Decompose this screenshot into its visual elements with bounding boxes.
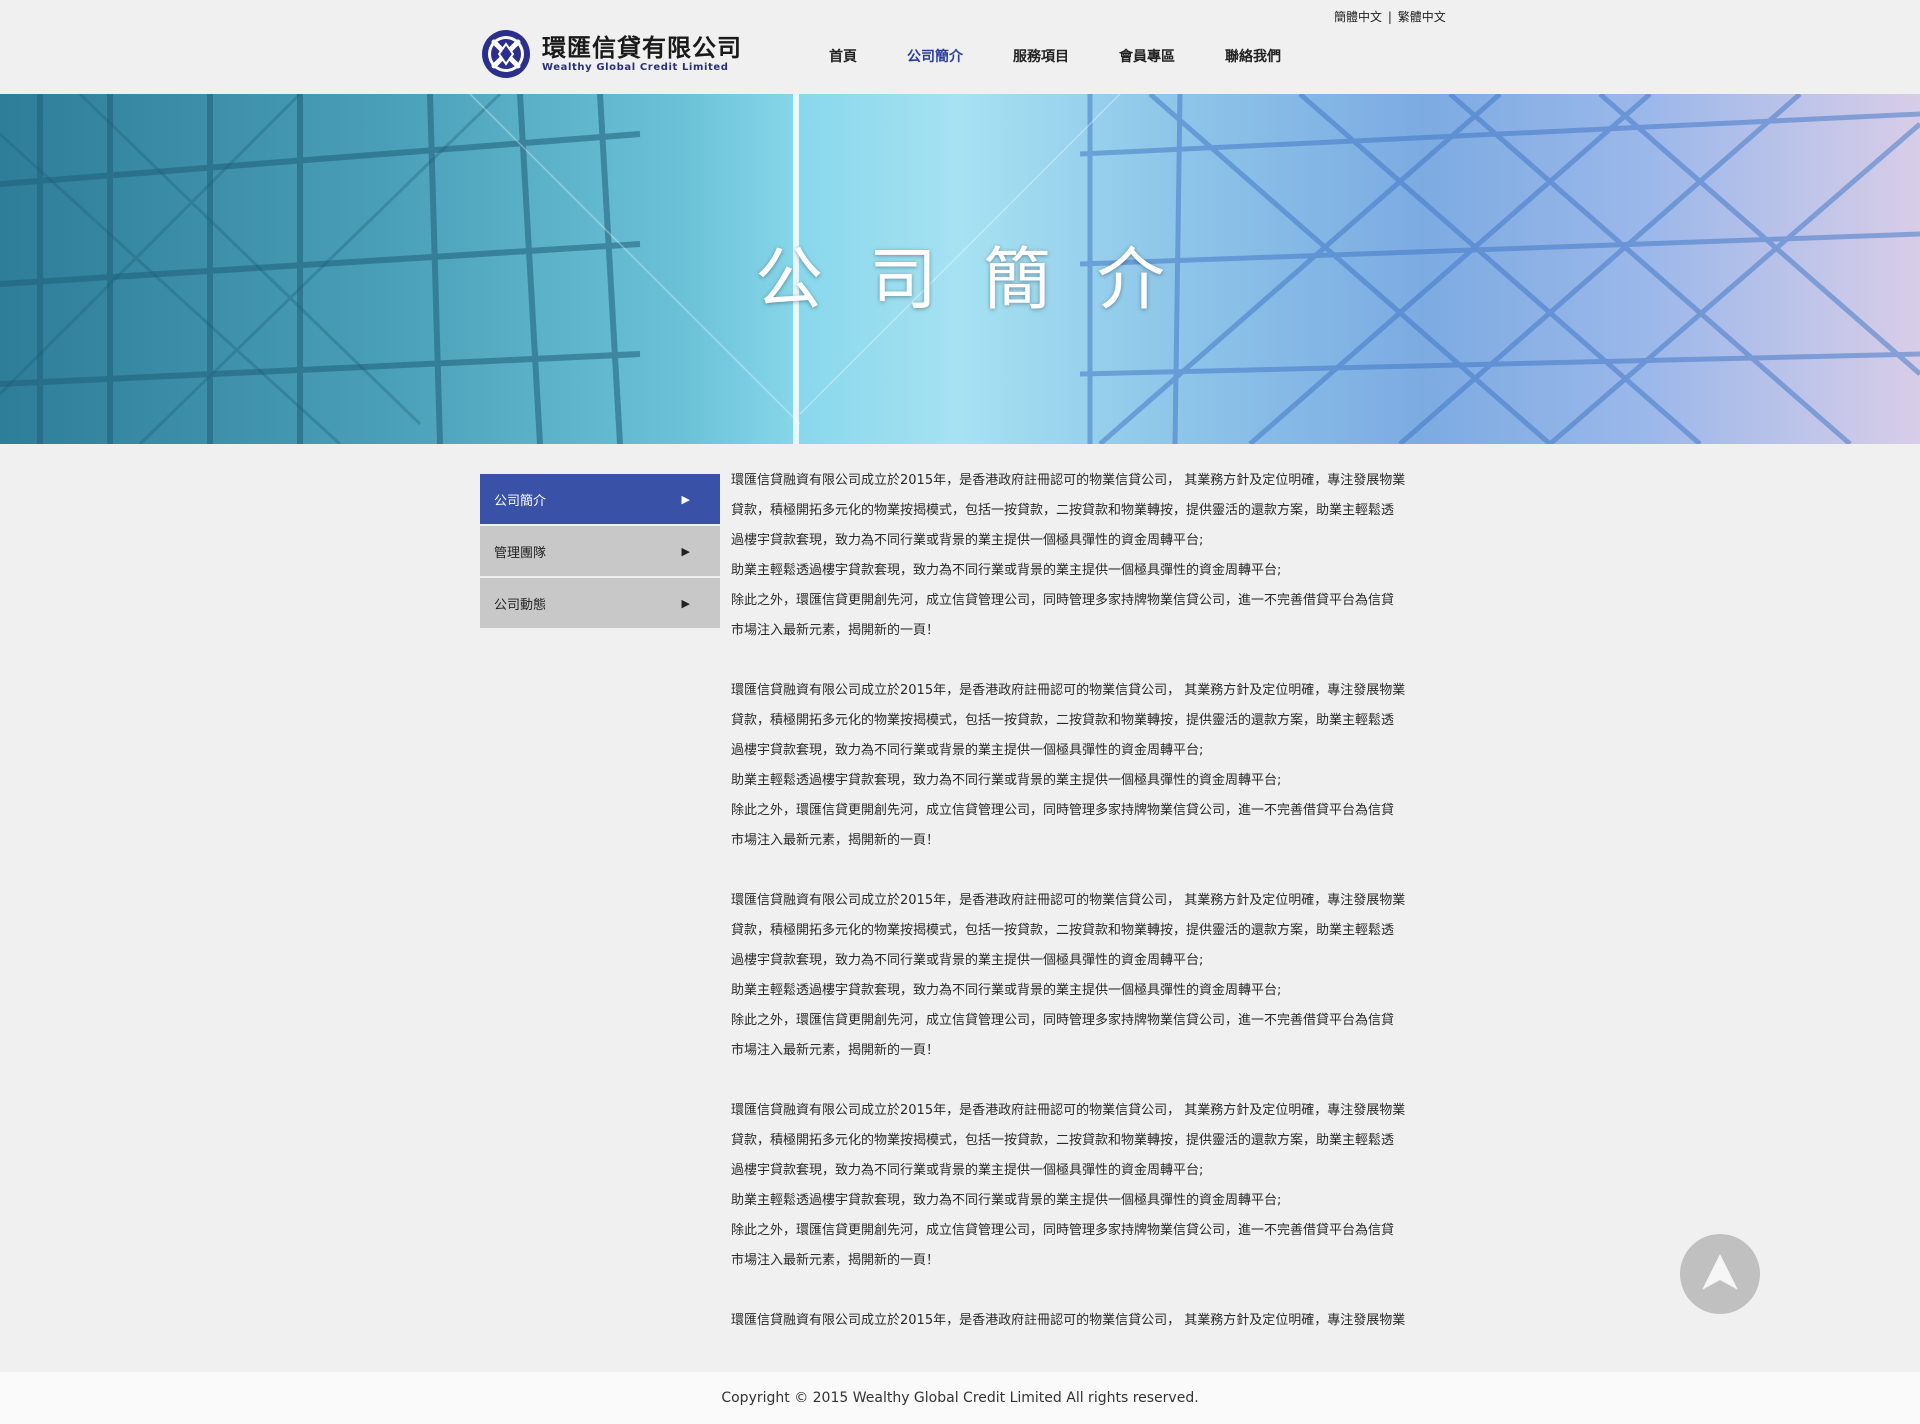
sidebar-item-label: 公司動態 — [494, 597, 547, 613]
sidebar-item-team[interactable]: 管理團隊 ▶ — [480, 526, 720, 576]
paragraph-line: 除此之外，環匯信貸更開創先河，成立信貸管理公司，同時管理多家持牌物業信貸公司，進… — [731, 803, 1395, 818]
sidebar-item-label: 管理團隊 — [494, 545, 547, 561]
paragraph-line: 貸款，積極開拓多元化的物業按揭模式，包括一按貸款，二按貸款和物業轉按，提供靈活的… — [731, 1133, 1395, 1148]
paragraph-line: 市場注入最新元素，揭開新的一頁！ — [731, 1043, 940, 1058]
paragraph-line: 市場注入最新元素，揭開新的一頁！ — [731, 833, 940, 848]
paragraph-line: 過樓宇貸款套現，致力為不同行業或背景的業主提供一個極具彈性的資金周轉平台; — [731, 1163, 1204, 1178]
paragraph-line: 貸款，積極開拓多元化的物業按揭模式，包括一按貸款，二按貸款和物業轉按，提供靈活的… — [731, 713, 1395, 728]
arrow-up-icon — [1702, 1254, 1738, 1290]
paragraph-line: 市場注入最新元素，揭開新的一頁！ — [731, 1253, 940, 1268]
paragraph-line: 環匯信貸融資有限公司成立於2015年，是香港政府註冊認可的物業信貸公司， 其業務… — [731, 473, 1406, 488]
paragraph-line: 助業主輕鬆透過樓宇貸款套現，致力為不同行業或背景的業主提供一個極具彈性的資金周轉… — [731, 773, 1282, 788]
triangle-right-icon: ▶ — [681, 596, 690, 610]
paragraph-line: 除此之外，環匯信貸更開創先河，成立信貸管理公司，同時管理多家持牌物業信貸公司，進… — [731, 1013, 1395, 1028]
banner-title: 公司簡介 — [754, 241, 1211, 320]
paragraph-line: 助業主輕鬆透過樓宇貸款套現，致力為不同行業或背景的業主提供一個極具彈性的資金周轉… — [731, 1193, 1282, 1208]
sidebar-item-news[interactable]: 公司動態 ▶ — [480, 578, 720, 628]
paragraph-line: 貸款，積極開拓多元化的物業按揭模式，包括一按貸款，二按貸款和物業轉按，提供靈活的… — [731, 503, 1395, 518]
content-paragraph: 環匯信貸融資有限公司成立於2015年，是香港政府註冊認可的物業信貸公司， 其業務… — [731, 1306, 1441, 1336]
paragraph-line: 過樓宇貸款套現，致力為不同行業或背景的業主提供一個極具彈性的資金周轉平台; — [731, 533, 1204, 548]
content-paragraph: 環匯信貸融資有限公司成立於2015年，是香港政府註冊認可的物業信貸公司， 其業務… — [731, 466, 1441, 646]
nav-services[interactable]: 服務項目 — [1013, 46, 1069, 66]
copyright-text: Copyright © 2015 Wealthy Global Credit L… — [721, 1390, 1199, 1406]
site-logo[interactable]: 環匯信貸有限公司 Wealthy Global Credit Limited — [480, 28, 742, 80]
back-to-top-button[interactable] — [1680, 1234, 1760, 1314]
paragraph-line: 過樓宇貸款套現，致力為不同行業或背景的業主提供一個極具彈性的資金周轉平台; — [731, 743, 1204, 758]
content-paragraph: 環匯信貸融資有限公司成立於2015年，是香港政府註冊認可的物業信貸公司， 其業務… — [731, 1096, 1441, 1276]
main-nav: 首頁 公司簡介 服務項目 會員專區 聯絡我們 — [829, 46, 1331, 66]
paragraph-line: 助業主輕鬆透過樓宇貸款套現，致力為不同行業或背景的業主提供一個極具彈性的資金周轉… — [731, 563, 1282, 578]
lang-simplified-link[interactable]: 簡體中文 — [1334, 10, 1382, 24]
paragraph-line: 除此之外，環匯信貸更開創先河，成立信貸管理公司，同時管理多家持牌物業信貸公司，進… — [731, 593, 1395, 608]
content-paragraph: 環匯信貸融資有限公司成立於2015年，是香港政府註冊認可的物業信貸公司， 其業務… — [731, 886, 1441, 1066]
paragraph-line: 助業主輕鬆透過樓宇貸款套現，致力為不同行業或背景的業主提供一個極具彈性的資金周轉… — [731, 983, 1282, 998]
paragraph-line: 環匯信貸融資有限公司成立於2015年，是香港政府註冊認可的物業信貸公司， 其業務… — [731, 1313, 1406, 1328]
sidebar-item-about[interactable]: 公司簡介 ▶ — [480, 474, 720, 524]
paragraph-line: 環匯信貸融資有限公司成立於2015年，是香港政府註冊認可的物業信貸公司， 其業務… — [731, 1103, 1406, 1118]
logo-english-name: Wealthy Global Credit Limited — [542, 61, 729, 73]
paragraph-line: 過樓宇貸款套現，致力為不同行業或背景的業主提供一個極具彈性的資金周轉平台; — [731, 953, 1204, 968]
main-content: 環匯信貸融資有限公司成立於2015年，是香港政府註冊認可的物業信貸公司， 其業務… — [731, 466, 1441, 1366]
paragraph-line: 除此之外，環匯信貸更開創先河，成立信貸管理公司，同時管理多家持牌物業信貸公司，進… — [731, 1223, 1395, 1238]
sidebar-item-label: 公司簡介 — [494, 493, 547, 509]
content-paragraph: 環匯信貸融資有限公司成立於2015年，是香港政府註冊認可的物業信貸公司， 其業務… — [731, 676, 1441, 856]
nav-contact[interactable]: 聯絡我們 — [1225, 46, 1281, 66]
triangle-right-icon: ▶ — [681, 492, 690, 506]
hero-banner: 公司簡介 — [0, 94, 1920, 444]
triangle-right-icon: ▶ — [681, 544, 690, 558]
paragraph-line: 貸款，積極開拓多元化的物業按揭模式，包括一按貸款，二按貸款和物業轉按，提供靈活的… — [731, 923, 1395, 938]
language-switcher: 簡體中文 | 繁體中文 — [1334, 8, 1446, 25]
nav-members[interactable]: 會員專區 — [1119, 46, 1175, 66]
paragraph-line: 環匯信貸融資有限公司成立於2015年，是香港政府註冊認可的物業信貸公司， 其業務… — [731, 683, 1406, 698]
paragraph-line: 市場注入最新元素，揭開新的一頁！ — [731, 623, 940, 638]
nav-about[interactable]: 公司簡介 — [907, 46, 963, 66]
lang-separator: | — [1387, 10, 1392, 24]
nav-home[interactable]: 首頁 — [829, 46, 857, 66]
paragraph-line: 環匯信貸融資有限公司成立於2015年，是香港政府註冊認可的物業信貸公司， 其業務… — [731, 893, 1406, 908]
footer: Copyright © 2015 Wealthy Global Credit L… — [0, 1372, 1920, 1424]
logo-chinese-name: 環匯信貸有限公司 — [542, 33, 742, 62]
sidebar-menu: 公司簡介 ▶ 管理團隊 ▶ 公司動態 ▶ — [480, 474, 720, 630]
lang-traditional-link[interactable]: 繁體中文 — [1398, 10, 1446, 24]
logo-icon — [482, 30, 530, 78]
